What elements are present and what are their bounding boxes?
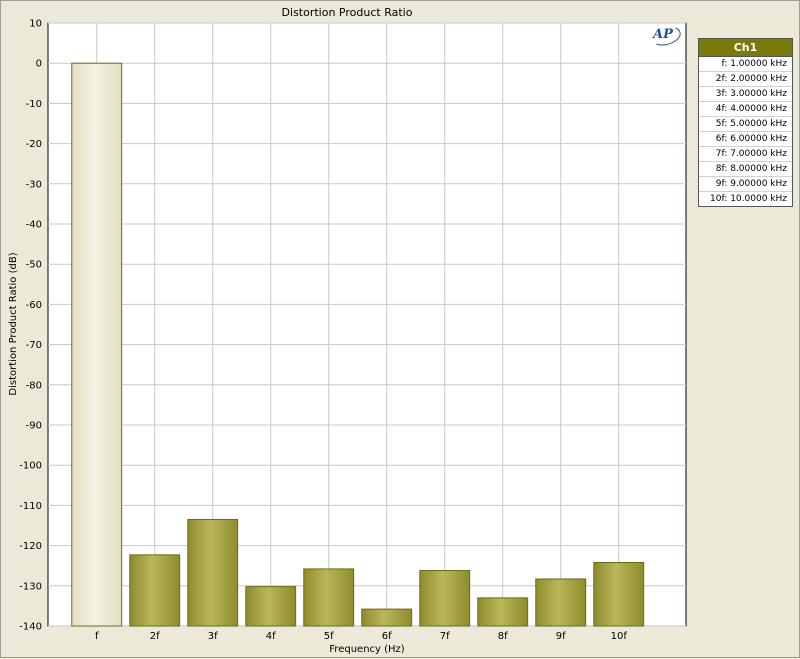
x-tick-label: f [95, 631, 99, 642]
chart-canvas: Distortion Product Ratio 10 0 -10 -20 -30 -40… [8, 6, 687, 655]
bar-4f [245, 586, 297, 627]
legend-entry: 2f: 2.00000 kHz [699, 72, 792, 87]
bar-6f [361, 608, 413, 627]
x-tick-label: 8f [498, 631, 508, 642]
plot-area [47, 22, 687, 627]
legend-entry: 3f: 3.00000 kHz [699, 87, 792, 102]
y-tick-label: -130 [19, 581, 42, 592]
bar-3f [187, 518, 239, 627]
y-tick-label: -100 [19, 461, 42, 472]
chart-window: Distortion Product Ratio 10 0 -10 -20 -30 -40… [0, 0, 800, 658]
x-tick-label: 4f [266, 631, 276, 642]
bar-7f [419, 570, 471, 627]
x-tick-label: 6f [382, 631, 392, 642]
bar-f [71, 62, 123, 627]
x-axis-label: Frequency (Hz) [329, 644, 405, 655]
legend-entry: 4f: 4.00000 kHz [699, 102, 792, 117]
y-tick-label: -80 [26, 380, 42, 391]
bar-5f [303, 568, 355, 627]
y-tick-label: -40 [26, 220, 42, 231]
legend-entry: 6f: 6.00000 kHz [699, 132, 792, 147]
x-tick-label: 10f [611, 631, 628, 642]
y-axis-label: Distortion Product Ratio (dB) [8, 252, 19, 395]
y-tick-label: -50 [26, 260, 42, 271]
y-tick-label: -70 [26, 340, 42, 351]
chart-title: Distortion Product Ratio [282, 6, 413, 19]
y-axis-ticks: 10 0 -10 -20 -30 -40 -50 -60 -70 -80 -90 -100 -110 -1… [19, 19, 42, 633]
x-axis-ticks: f 2f 3f 4f 5f 6f 7f 8f 9f 10f [95, 631, 627, 642]
legend-entries: f: 1.00000 kHz 2f: 2.00000 kHz 3f: 3.00000… [699, 57, 792, 206]
y-tick-label: -60 [26, 300, 42, 311]
y-tick-label: -120 [19, 541, 42, 552]
bar-9f [535, 578, 587, 627]
x-tick-label: 5f [324, 631, 334, 642]
bar-8f [477, 597, 529, 627]
bar-10f [593, 561, 645, 627]
legend-header: Ch1 [699, 39, 792, 57]
y-tick-label: 0 [36, 59, 42, 70]
x-tick-label: 9f [556, 631, 566, 642]
y-tick-label: -140 [19, 622, 42, 633]
legend[interactable]: Ch1 f: 1.00000 kHz 2f: 2.00000 kHz 3f: 3.0… [698, 38, 793, 207]
x-tick-label: 2f [150, 631, 160, 642]
y-tick-label: -30 [26, 179, 42, 190]
x-tick-label: 3f [208, 631, 218, 642]
x-tick-label: 7f [440, 631, 450, 642]
legend-entry: 8f: 8.00000 kHz [699, 162, 792, 177]
legend-entry: f: 1.00000 kHz [699, 57, 792, 72]
y-tick-label: -110 [19, 501, 42, 512]
legend-entry: 5f: 5.00000 kHz [699, 117, 792, 132]
legend-entry: 9f: 9.00000 kHz [699, 177, 792, 192]
ap-logo-icon: AP [649, 23, 683, 49]
bar-2f [129, 554, 181, 627]
legend-entry: 7f: 7.00000 kHz [699, 147, 792, 162]
y-tick-label: -90 [26, 421, 42, 432]
y-tick-label: -20 [26, 139, 42, 150]
y-tick-label: -10 [26, 99, 42, 110]
legend-entry: 10f: 10.0000 kHz [710, 194, 787, 204]
y-tick-label: 10 [29, 19, 42, 30]
